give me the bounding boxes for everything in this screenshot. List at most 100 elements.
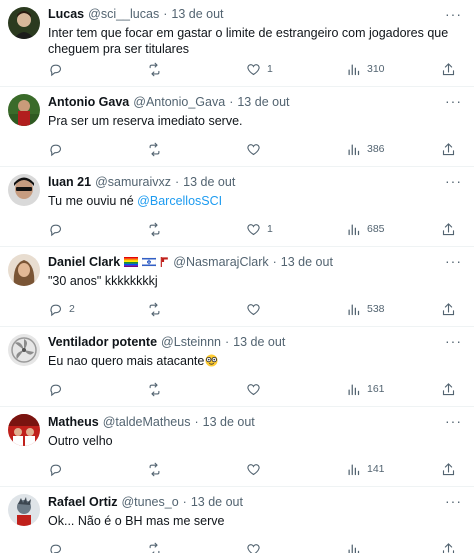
like-button[interactable]: 1 <box>246 61 273 77</box>
more-options-icon[interactable]: ··· <box>445 253 462 269</box>
avatar[interactable] <box>8 7 40 39</box>
reply-icon <box>50 384 62 396</box>
views-button[interactable] <box>346 541 361 553</box>
avatar[interactable] <box>8 414 40 446</box>
tweet[interactable]: Antonio Gava @Antonio_Gava · 13 de out ·… <box>0 87 474 167</box>
retweet-button[interactable] <box>147 221 168 237</box>
tweet[interactable]: Matheus @taldeMatheus · 13 de out ··· Ou… <box>0 407 474 487</box>
reply-count: 2 <box>69 303 75 315</box>
retweet-icon <box>149 302 160 316</box>
views-button[interactable]: 386 <box>346 141 385 157</box>
views-button[interactable]: 161 <box>346 381 385 397</box>
retweet-button[interactable] <box>147 461 168 477</box>
share-button[interactable] <box>441 141 456 157</box>
avatar[interactable] <box>8 334 40 366</box>
tweet-date[interactable]: 13 de out <box>237 93 289 111</box>
heart-icon <box>247 543 260 553</box>
tweet[interactable]: Ventilador potente @Lsteinnn · 13 de out… <box>0 327 474 407</box>
user-handle[interactable]: @Antonio_Gava <box>133 93 225 111</box>
avatar[interactable] <box>8 94 40 126</box>
tweet-date[interactable]: 13 de out <box>203 413 255 431</box>
display-name[interactable]: Antonio Gava <box>48 93 129 111</box>
heart-icon <box>247 63 260 75</box>
share-button[interactable] <box>441 381 456 397</box>
tweet-header: Ventilador potente @Lsteinnn · 13 de out <box>48 333 464 351</box>
more-options-icon[interactable]: ··· <box>445 493 462 509</box>
tweet-date[interactable]: 13 de out <box>281 253 333 271</box>
retweet-button[interactable] <box>147 301 168 317</box>
reply-button[interactable] <box>48 381 69 397</box>
display-name[interactable]: luan 21 <box>48 173 91 191</box>
user-handle[interactable]: @Lsteinnn <box>161 333 221 351</box>
tweet[interactable]: Lucas @sci__lucas · 13 de out ··· Inter … <box>0 0 474 87</box>
like-button[interactable] <box>246 541 261 553</box>
display-name[interactable]: Daniel Clark <box>48 253 120 271</box>
share-button[interactable] <box>441 61 456 77</box>
display-name[interactable]: Lucas <box>48 5 84 23</box>
display-name[interactable]: Matheus <box>48 413 99 431</box>
more-options-icon[interactable]: ··· <box>445 93 462 109</box>
tweet-actions: 161 <box>48 381 464 397</box>
display-name[interactable]: Ventilador potente <box>48 333 157 351</box>
reply-button[interactable] <box>48 541 63 553</box>
reply-button[interactable] <box>48 221 69 237</box>
nerd-face-emoji-icon <box>205 354 218 367</box>
more-options-icon[interactable]: ··· <box>445 413 462 429</box>
more-options-icon[interactable]: ··· <box>445 6 462 22</box>
views-button[interactable]: 141 <box>346 461 385 477</box>
tweet-header: Daniel Clark @NasmarajClark · 13 de out <box>48 253 464 271</box>
user-handle[interactable]: @sci__lucas <box>88 5 159 23</box>
like-button[interactable] <box>246 381 267 397</box>
user-handle[interactable]: @samuraivxz <box>95 173 171 191</box>
retweet-button[interactable] <box>147 61 168 77</box>
tweet[interactable]: luan 21 @samuraivxz · 13 de out ··· Tu m… <box>0 167 474 247</box>
more-options-icon[interactable]: ··· <box>445 333 462 349</box>
separator: · <box>182 495 187 509</box>
reply-button[interactable]: 2 <box>48 301 75 317</box>
more-options-icon[interactable]: ··· <box>445 173 462 189</box>
like-button[interactable] <box>246 141 267 157</box>
retweet-button[interactable] <box>147 541 162 553</box>
retweet-button[interactable] <box>147 141 168 157</box>
share-icon <box>442 142 455 155</box>
display-name[interactable]: Rafael Ortiz <box>48 493 117 511</box>
share-button[interactable] <box>441 461 456 477</box>
retweet-button[interactable] <box>147 381 168 397</box>
view-count: 386 <box>367 143 385 155</box>
reply-feed: Lucas @sci__lucas · 13 de out ··· Inter … <box>0 0 474 553</box>
reply-icon <box>50 304 62 316</box>
avatar[interactable] <box>8 174 40 206</box>
reply-button[interactable] <box>48 141 69 157</box>
share-button[interactable] <box>441 541 456 553</box>
avatar[interactable] <box>8 254 40 286</box>
reply-icon <box>50 224 62 236</box>
reply-icon <box>50 64 62 76</box>
tweet-text: "30 anos" kkkkkkkkj <box>48 274 158 288</box>
avatar[interactable] <box>8 494 40 526</box>
views-button[interactable]: 685 <box>346 221 385 237</box>
tweet-date[interactable]: 13 de out <box>171 5 223 23</box>
tweet[interactable]: Rafael Ortiz @tunes_o · 13 de out ··· Ok… <box>0 487 474 553</box>
share-button[interactable] <box>441 301 456 317</box>
like-button[interactable] <box>246 301 267 317</box>
views-button[interactable]: 538 <box>346 301 385 317</box>
retweet-icon <box>149 542 160 553</box>
tweet-date[interactable]: 13 de out <box>191 493 243 511</box>
reply-button[interactable] <box>48 461 69 477</box>
tweet-date[interactable]: 13 de out <box>233 333 285 351</box>
tweet-actions: 141 <box>48 461 464 477</box>
user-handle[interactable]: @taldeMatheus <box>103 413 191 431</box>
like-button[interactable] <box>246 461 267 477</box>
like-button[interactable]: 1 <box>246 221 273 237</box>
share-button[interactable] <box>441 221 456 237</box>
tweet-header: Antonio Gava @Antonio_Gava · 13 de out <box>48 93 464 111</box>
tweet[interactable]: Daniel Clark @NasmarajClark · 13 de out … <box>0 247 474 327</box>
reply-button[interactable] <box>48 61 69 77</box>
user-handle[interactable]: @tunes_o <box>121 493 178 511</box>
user-handle[interactable]: @NasmarajClark <box>173 253 268 271</box>
tweet-header: Lucas @sci__lucas · 13 de out <box>48 5 464 23</box>
share-icon <box>442 302 455 315</box>
tweet-date[interactable]: 13 de out <box>183 173 235 191</box>
views-button[interactable]: 310 <box>346 61 385 77</box>
mention-link[interactable]: @BarcellosSCI <box>137 194 222 208</box>
